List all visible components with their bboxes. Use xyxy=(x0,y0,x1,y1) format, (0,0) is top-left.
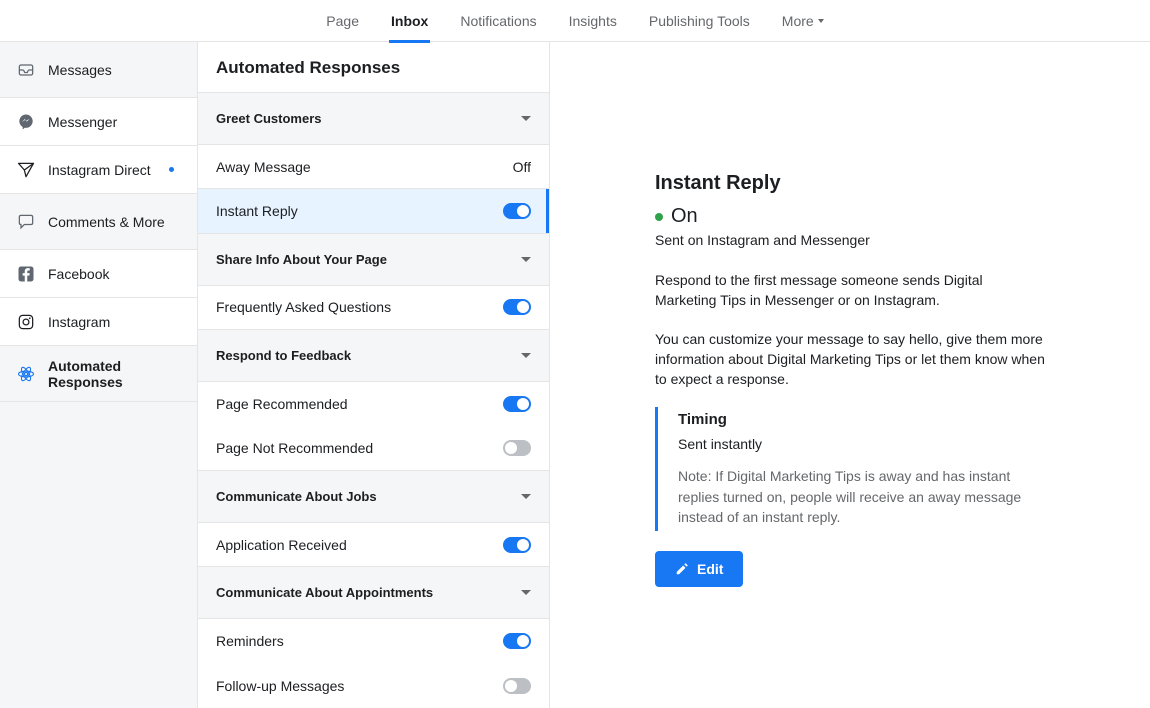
left-sidebar: Messages Messenger Instagram Direct Comm… xyxy=(0,42,198,708)
timing-title: Timing xyxy=(678,411,1045,428)
sidebar-item-instagram-direct[interactable]: Instagram Direct xyxy=(0,146,197,194)
detail-status: On xyxy=(655,205,1045,228)
row-page-recommended[interactable]: Page Recommended xyxy=(198,382,549,426)
status-label: On xyxy=(671,205,698,228)
timing-note: Note: If Digital Marketing Tips is away … xyxy=(678,466,1045,527)
toggle-faq[interactable] xyxy=(503,299,531,315)
toggle-application-received[interactable] xyxy=(503,537,531,553)
tab-notifications[interactable]: Notifications xyxy=(458,0,538,42)
row-label: Page Recommended xyxy=(216,396,348,412)
detail-pane: Instant Reply On Sent on Instagram and M… xyxy=(550,42,1150,708)
sidebar-item-messenger[interactable]: Messenger xyxy=(0,98,197,146)
sidebar-item-label: Instagram xyxy=(48,314,110,330)
toggle-reminders[interactable] xyxy=(503,633,531,649)
sidebar-item-label: Messenger xyxy=(48,114,117,130)
edit-button-label: Edit xyxy=(697,561,723,577)
detail-paragraph-1: Respond to the first message someone sen… xyxy=(655,270,1045,311)
chevron-down-icon xyxy=(521,494,531,499)
section-header-label: Greet Customers xyxy=(216,111,321,126)
section-respond-feedback[interactable]: Respond to Feedback xyxy=(198,330,549,382)
sidebar-item-instagram[interactable]: Instagram xyxy=(0,298,197,346)
chevron-down-icon xyxy=(521,257,531,262)
toggle-page-not-recommended[interactable] xyxy=(503,440,531,456)
notification-dot-icon xyxy=(169,167,174,172)
inbox-icon xyxy=(16,60,36,80)
row-followup-messages[interactable]: Follow-up Messages xyxy=(198,664,549,708)
sidebar-item-label: Messages xyxy=(48,62,112,78)
top-nav: Page Inbox Notifications Insights Publis… xyxy=(0,0,1150,42)
tab-inbox[interactable]: Inbox xyxy=(389,0,430,42)
row-value: Off xyxy=(513,159,531,175)
pencil-icon xyxy=(675,562,689,576)
mid-title: Automated Responses xyxy=(198,42,549,93)
sidebar-item-facebook[interactable]: Facebook xyxy=(0,250,197,298)
send-icon xyxy=(16,160,36,180)
edit-button[interactable]: Edit xyxy=(655,551,743,587)
sidebar-item-label: Facebook xyxy=(48,266,109,282)
section-appointments[interactable]: Communicate About Appointments xyxy=(198,567,549,619)
status-dot-icon xyxy=(655,213,663,221)
sidebar-item-label: Comments & More xyxy=(48,214,165,230)
row-faq[interactable]: Frequently Asked Questions xyxy=(198,286,549,330)
row-label: Frequently Asked Questions xyxy=(216,299,391,315)
sidebar-item-label: Instagram Direct xyxy=(48,162,151,178)
caret-down-icon xyxy=(818,19,824,23)
toggle-instant-reply[interactable] xyxy=(503,203,531,219)
section-header-label: Communicate About Jobs xyxy=(216,489,377,504)
facebook-icon xyxy=(16,264,36,284)
section-greet-customers[interactable]: Greet Customers xyxy=(198,93,549,145)
tab-insights[interactable]: Insights xyxy=(567,0,619,42)
chevron-down-icon xyxy=(521,590,531,595)
tab-page[interactable]: Page xyxy=(324,0,361,42)
chevron-down-icon xyxy=(521,116,531,121)
row-label: Reminders xyxy=(216,633,284,649)
detail-title: Instant Reply xyxy=(655,172,1045,195)
row-label: Page Not Recommended xyxy=(216,440,373,456)
section-header-label: Communicate About Appointments xyxy=(216,585,433,600)
row-away-message[interactable]: Away Message Off xyxy=(198,145,549,189)
chevron-down-icon xyxy=(521,353,531,358)
section-share-info[interactable]: Share Info About Your Page xyxy=(198,234,549,286)
row-reminders[interactable]: Reminders xyxy=(198,619,549,663)
sidebar-item-label: Automated Responses xyxy=(48,358,181,390)
tab-publishing-tools[interactable]: Publishing Tools xyxy=(647,0,752,42)
sidebar-item-comments-more[interactable]: Comments & More xyxy=(0,194,197,250)
detail-paragraph-2: You can customize your message to say he… xyxy=(655,329,1045,390)
section-header-label: Share Info About Your Page xyxy=(216,252,387,267)
section-jobs[interactable]: Communicate About Jobs xyxy=(198,471,549,523)
automated-responses-list: Automated Responses Greet Customers Away… xyxy=(198,42,550,708)
toggle-followup[interactable] xyxy=(503,678,531,694)
status-subtext: Sent on Instagram and Messenger xyxy=(655,232,1045,248)
row-application-received[interactable]: Application Received xyxy=(198,523,549,567)
messenger-icon xyxy=(16,112,36,132)
sidebar-item-automated-responses[interactable]: Automated Responses xyxy=(0,346,197,402)
row-label: Follow-up Messages xyxy=(216,678,344,694)
row-label: Application Received xyxy=(216,537,347,553)
row-instant-reply[interactable]: Instant Reply xyxy=(198,189,549,233)
row-label: Away Message xyxy=(216,159,311,175)
instagram-icon xyxy=(16,312,36,332)
tab-more[interactable]: More xyxy=(780,0,826,42)
tab-more-label: More xyxy=(782,13,814,29)
timing-box: Timing Sent instantly Note: If Digital M… xyxy=(655,407,1045,531)
timing-subtitle: Sent instantly xyxy=(678,436,1045,452)
sidebar-item-messages[interactable]: Messages xyxy=(0,42,197,98)
section-header-label: Respond to Feedback xyxy=(216,348,351,363)
automated-icon xyxy=(16,364,36,384)
row-label: Instant Reply xyxy=(216,203,298,219)
comment-icon xyxy=(16,212,36,232)
toggle-page-recommended[interactable] xyxy=(503,396,531,412)
row-page-not-recommended[interactable]: Page Not Recommended xyxy=(198,426,549,470)
